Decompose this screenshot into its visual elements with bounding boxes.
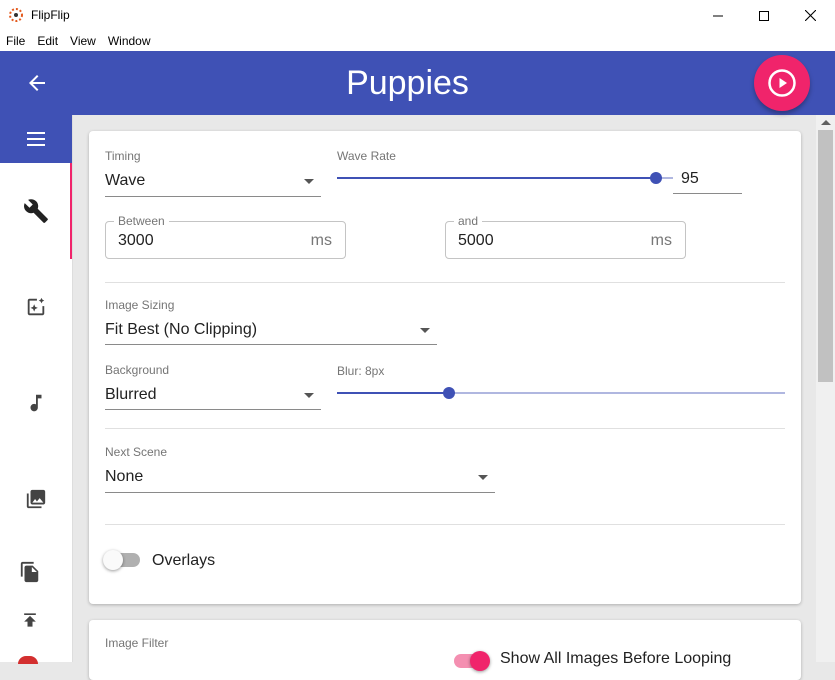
- wrench-icon: [24, 199, 48, 223]
- next-scene-value: None: [105, 468, 144, 485]
- image-sizing-label: Image Sizing: [105, 298, 175, 312]
- background-underline: [105, 409, 321, 410]
- between-unit: ms: [310, 232, 332, 249]
- add-photo-icon: [27, 297, 45, 316]
- menu-bar: File Edit View Window: [0, 31, 835, 51]
- between-value[interactable]: 3000: [118, 232, 154, 250]
- image-library-icon: [26, 489, 46, 509]
- copy-icon: [20, 561, 39, 583]
- blur-track-filled: [337, 392, 449, 394]
- play-circle-icon: [768, 69, 796, 97]
- dropdown-arrow-icon: [304, 179, 314, 184]
- blur-thumb[interactable]: [443, 387, 455, 399]
- sidebar: [0, 115, 73, 664]
- dropdown-arrow-icon: [420, 328, 430, 333]
- menu-file[interactable]: File: [0, 34, 31, 48]
- timing-underline: [105, 196, 321, 197]
- minimize-button[interactable]: [695, 0, 741, 31]
- close-icon: [804, 10, 816, 21]
- app-bar: Puppies: [0, 51, 835, 115]
- menu-icon: [27, 132, 45, 146]
- wave-rate-input[interactable]: 95: [681, 170, 699, 188]
- tab-options[interactable]: [0, 163, 72, 259]
- close-button[interactable]: [787, 0, 833, 31]
- maximize-button[interactable]: [741, 0, 787, 31]
- next-scene-underline: [105, 492, 495, 493]
- wave-rate-label: Wave Rate: [337, 149, 396, 163]
- minimize-icon: [713, 15, 723, 16]
- timing-value: Wave: [105, 172, 146, 189]
- scene-title: Puppies: [346, 64, 469, 102]
- wave-rate-input-underline: [673, 193, 742, 194]
- and-label: and: [454, 214, 483, 228]
- and-unit: ms: [650, 232, 672, 249]
- divider: [105, 282, 785, 283]
- flipflip-logo-icon: [9, 8, 23, 22]
- export-scene-button[interactable]: [18, 608, 42, 632]
- dropdown-arrow-icon: [478, 475, 488, 480]
- maximize-icon: [759, 10, 769, 21]
- image-sizing-value: Fit Best (No Clipping): [105, 321, 258, 338]
- and-field[interactable]: and 5000 ms: [445, 214, 686, 259]
- title-bar: FlipFlip: [0, 0, 835, 31]
- scroll-up-arrow-icon[interactable]: [821, 120, 831, 125]
- clone-scene-button[interactable]: [18, 560, 42, 584]
- next-scene-label: Next Scene: [105, 445, 168, 459]
- blur-label: Blur: 8px: [337, 364, 385, 378]
- show-all-switch-thumb[interactable]: [470, 651, 490, 671]
- wave-rate-thumb[interactable]: [650, 172, 663, 184]
- background-label: Background: [105, 363, 170, 377]
- and-value[interactable]: 5000: [458, 232, 494, 250]
- wave-rate-track-filled: [337, 177, 657, 179]
- between-field[interactable]: Between 3000 ms: [105, 214, 346, 259]
- image-filter-card: Image Filter Show All Images Before Loop…: [89, 620, 801, 680]
- tab-sources[interactable]: [0, 451, 72, 547]
- tab-audio[interactable]: [0, 355, 72, 451]
- menu-view[interactable]: View: [64, 34, 102, 48]
- options-card: Timing Wave Wave Rate 95 Between 3000 ms…: [89, 131, 801, 604]
- scrollbar-thumb[interactable]: [818, 130, 833, 382]
- background-value: Blurred: [105, 386, 157, 403]
- menu-edit[interactable]: Edit: [31, 34, 64, 48]
- image-filter-label: Image Filter: [105, 636, 169, 650]
- play-button[interactable]: [754, 55, 810, 111]
- sidebar-menu-button[interactable]: [0, 115, 72, 163]
- scrollbar[interactable]: [816, 115, 835, 662]
- dropdown-arrow-icon: [304, 393, 314, 398]
- timing-label: Timing: [105, 149, 141, 163]
- show-all-images-label: Show All Images Before Looping: [500, 650, 732, 667]
- divider: [105, 428, 785, 429]
- tab-effects[interactable]: [0, 259, 72, 355]
- image-sizing-underline: [105, 344, 437, 345]
- overlays-label: Overlays: [152, 552, 216, 569]
- window-title: FlipFlip: [31, 8, 70, 22]
- music-note-icon: [30, 394, 42, 412]
- between-label: Between: [114, 214, 169, 228]
- menu-window[interactable]: Window: [102, 34, 157, 48]
- divider: [105, 524, 785, 525]
- delete-icon[interactable]: [18, 656, 38, 664]
- export-icon: [24, 613, 36, 627]
- overlays-switch-thumb[interactable]: [103, 550, 123, 570]
